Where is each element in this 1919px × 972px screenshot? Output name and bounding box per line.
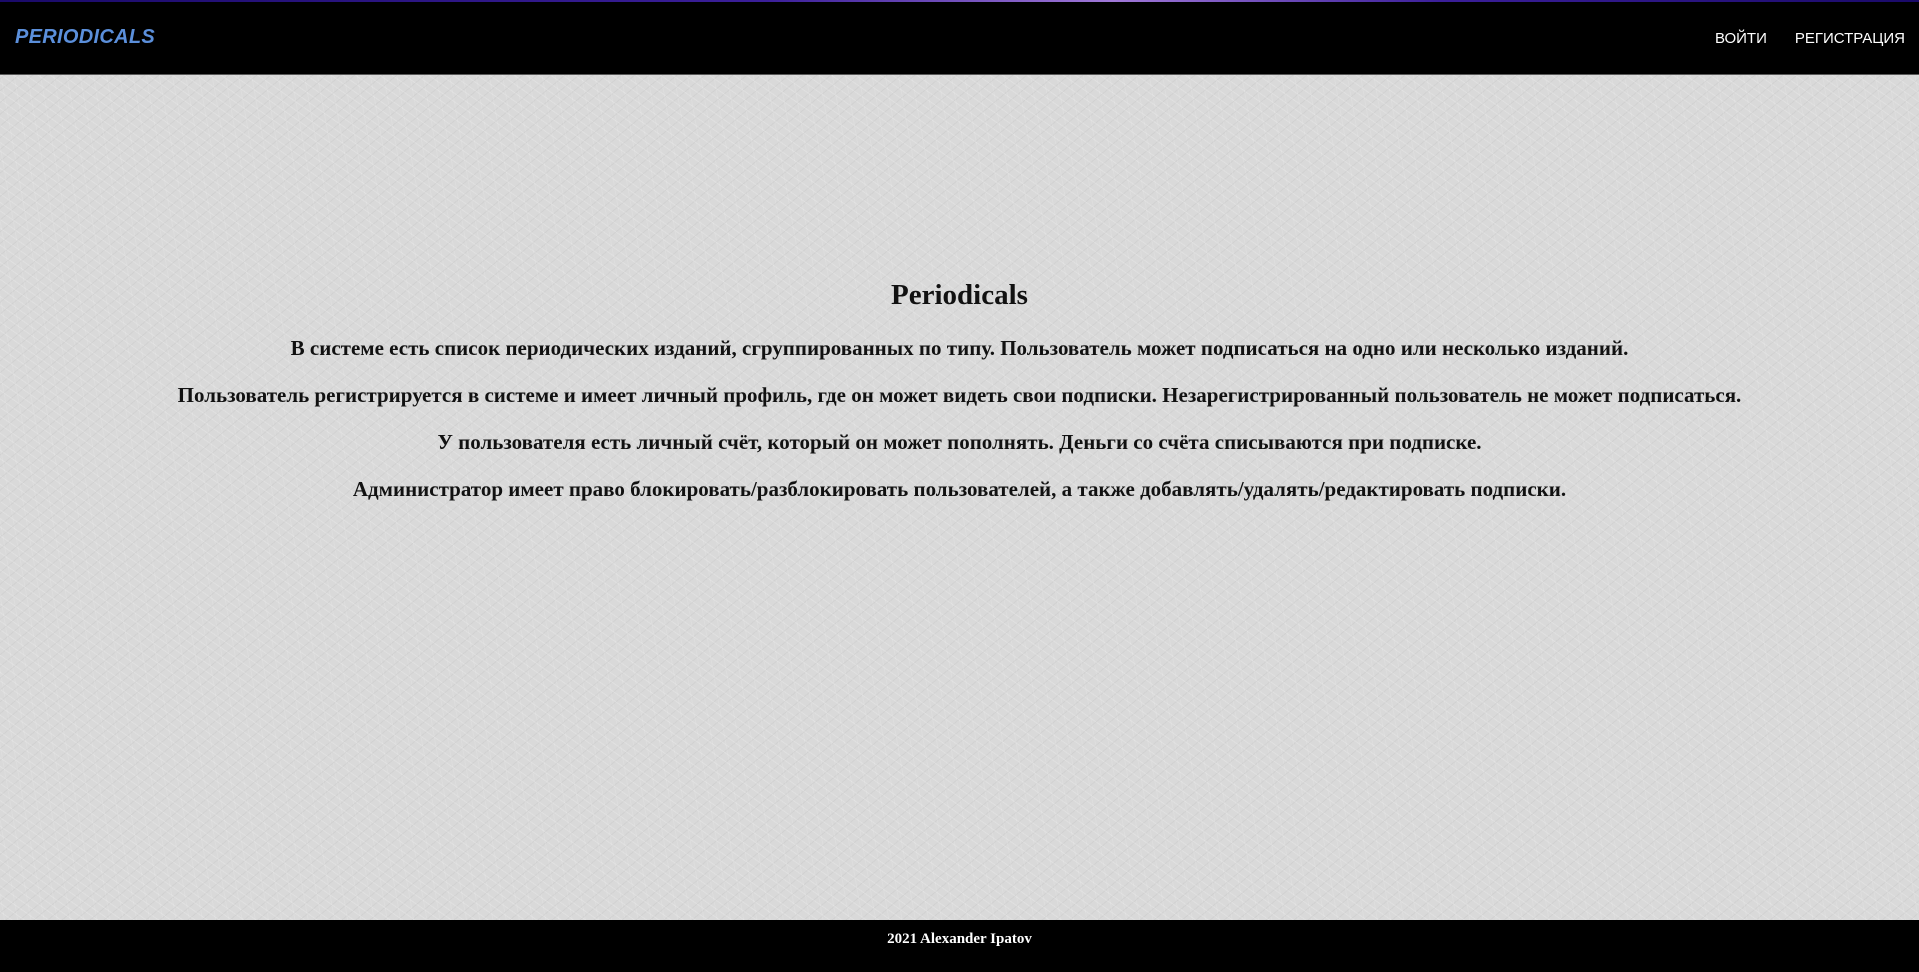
page-title: Periodicals — [891, 279, 1028, 311]
footer: 2021 Alexander Ipatov — [0, 920, 1919, 972]
brand-logo-link[interactable]: PERIODICALS — [15, 26, 155, 49]
navbar: PERIODICALS ВОЙТИ РЕГИСТРАЦИЯ — [0, 2, 1919, 75]
register-link[interactable]: РЕГИСТРАЦИЯ — [1795, 30, 1905, 47]
nav-links: ВОЙТИ РЕГИСТРАЦИЯ — [1715, 30, 1905, 47]
login-link[interactable]: ВОЙТИ — [1715, 30, 1767, 47]
description-paragraph-4: Администратор имеет право блокировать/ра… — [352, 477, 1567, 501]
main-content: Periodicals В системе есть список период… — [0, 277, 1919, 523]
description-paragraph-3: У пользователя есть личный счёт, который… — [437, 430, 1482, 454]
description-paragraph-1: В системе есть список периодических изда… — [290, 336, 1629, 360]
description-paragraph-2: Пользователь регистрируется в системе и … — [177, 383, 1742, 407]
footer-copyright: 2021 Alexander Ipatov — [887, 931, 1032, 947]
